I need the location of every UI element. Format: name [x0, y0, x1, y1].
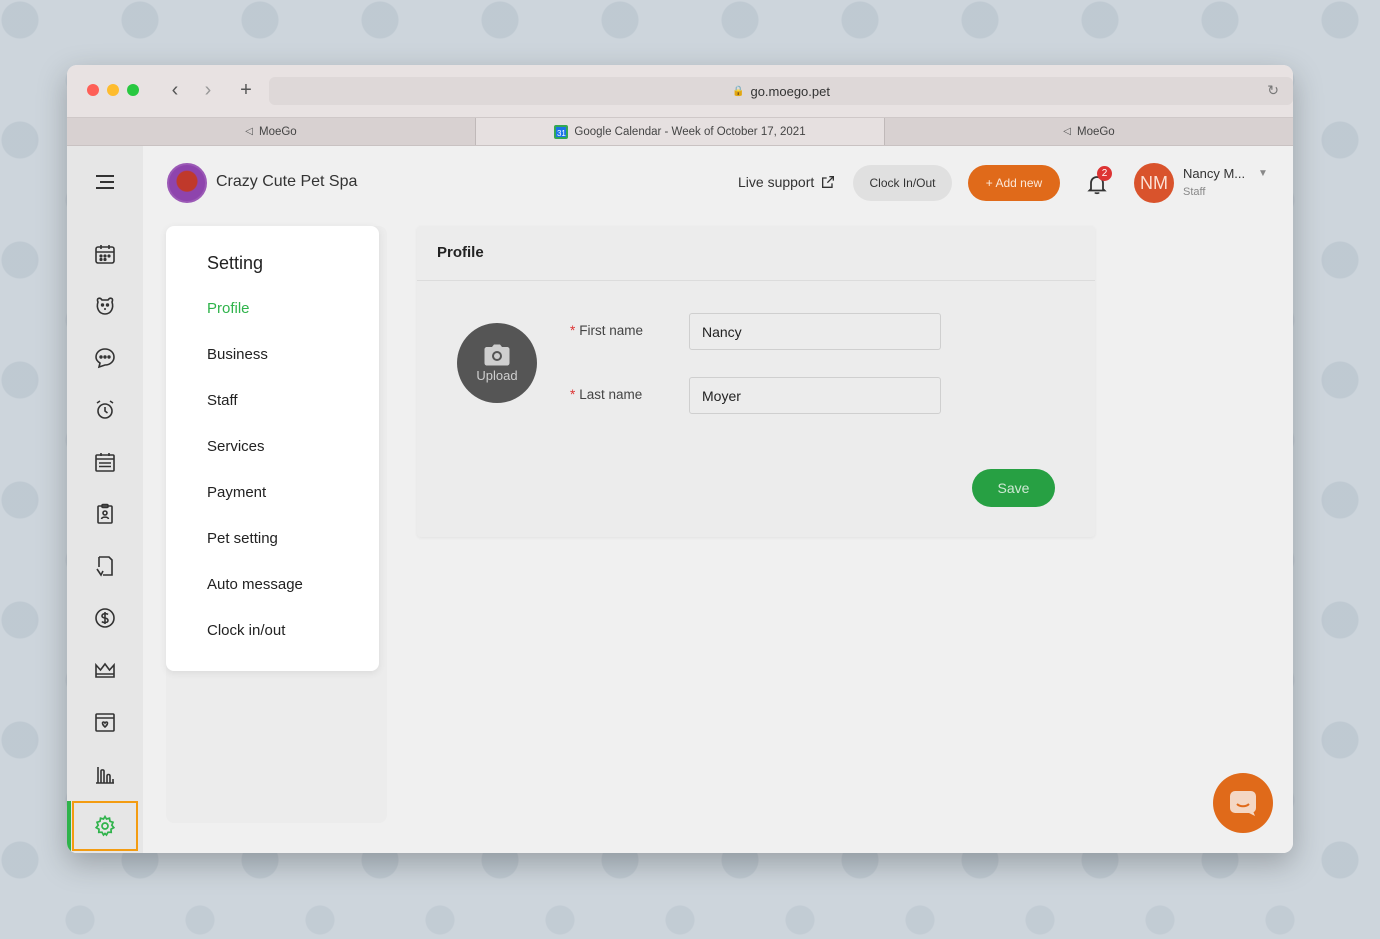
new-tab-icon[interactable]: + — [234, 78, 258, 102]
chevron-down-icon[interactable]: ▼ — [1258, 168, 1268, 179]
browser-window: ‹ › + 🔒 go.moego.pet ↻ ◁ MoeGo 31 Google… — [67, 65, 1293, 853]
profile-title: Profile — [437, 244, 484, 261]
tab-label: Google Calendar - Week of October 17, 20… — [574, 125, 806, 138]
left-nav-rail — [67, 146, 143, 853]
business-logo[interactable] — [167, 163, 207, 203]
browser-titlebar: ‹ › + 🔒 go.moego.pet ↻ — [67, 65, 1293, 117]
moego-icon: ◁ — [1063, 126, 1071, 137]
user-name[interactable]: Nancy M... — [1183, 166, 1245, 181]
settings-item-business[interactable]: Business — [207, 346, 268, 363]
browser-tab-moego-2[interactable]: ◁ MoeGo — [885, 118, 1293, 145]
app-area: Crazy Cute Pet Spa Live support Clock In… — [67, 146, 1293, 853]
chat-launcher-button[interactable] — [1213, 773, 1273, 833]
live-support-label: Live support — [738, 174, 815, 190]
settings-item-clock-in-out[interactable]: Clock in/out — [207, 622, 285, 639]
avatar[interactable]: NM — [1134, 163, 1174, 203]
chat-bubble-icon — [1230, 791, 1256, 816]
user-role: Staff — [1183, 186, 1206, 198]
chart-icon[interactable] — [67, 754, 143, 794]
back-icon[interactable]: ‹ — [163, 78, 187, 102]
required-mark: * — [570, 323, 576, 338]
pet-icon[interactable] — [67, 286, 143, 326]
schedule-icon[interactable] — [67, 442, 143, 482]
document-icon[interactable] — [67, 546, 143, 586]
url-text: go.moego.pet — [750, 83, 830, 99]
clock-in-out-button[interactable]: Clock In/Out — [853, 165, 952, 201]
first-name-field[interactable] — [689, 313, 941, 350]
menu-icon[interactable] — [67, 162, 143, 202]
last-name-field[interactable] — [689, 377, 941, 414]
dollar-icon[interactable] — [67, 598, 143, 638]
booking-icon[interactable] — [67, 702, 143, 742]
profile-card: Profile Upload *First name *Last name Sa… — [417, 226, 1095, 537]
tab-label: MoeGo — [1076, 125, 1115, 138]
last-name-label-text: Last name — [579, 387, 643, 402]
minimize-window-button[interactable] — [107, 84, 119, 96]
tab-bar: ◁ MoeGo 31 Google Calendar - Week of Oct… — [67, 117, 1293, 146]
crown-icon[interactable] — [67, 650, 143, 690]
close-window-button[interactable] — [87, 84, 99, 96]
browser-tab-moego[interactable]: ◁ MoeGo — [67, 118, 476, 145]
upload-label: Upload — [476, 367, 518, 383]
notification-badge: 2 — [1097, 166, 1112, 181]
app-header: Crazy Cute Pet Spa Live support Clock In… — [143, 146, 1293, 222]
settings-item-staff[interactable]: Staff — [207, 392, 238, 409]
profile-card-header: Profile — [417, 226, 1095, 281]
settings-title: Setting — [207, 253, 264, 273]
tab-label: MoeGo — [258, 125, 297, 138]
upload-avatar-button[interactable]: Upload — [457, 323, 537, 403]
calendar-icon[interactable] — [67, 234, 143, 274]
camera-icon — [484, 344, 510, 365]
forward-icon[interactable]: › — [196, 78, 220, 102]
active-indicator — [67, 801, 71, 853]
last-name-label: * Last name — [570, 387, 642, 402]
window-controls — [87, 84, 139, 96]
settings-item-pet-setting[interactable]: Pet setting — [207, 530, 278, 547]
required-mark: * — [570, 387, 576, 402]
live-support-link[interactable]: Live support — [738, 174, 836, 190]
settings-item-payment[interactable]: Payment — [207, 484, 266, 501]
external-link-icon — [822, 176, 835, 188]
browser-tab-google-calendar[interactable]: 31 Google Calendar - Week of October 17,… — [476, 118, 885, 145]
settings-item-profile[interactable]: Profile — [207, 300, 250, 317]
add-new-button[interactable]: + Add new — [968, 165, 1060, 201]
first-name-label: * First name — [570, 323, 643, 338]
chat-icon[interactable] — [67, 338, 143, 378]
address-bar[interactable]: 🔒 go.moego.pet ↻ — [269, 77, 1293, 105]
maximize-window-button[interactable] — [127, 84, 139, 96]
reload-icon[interactable]: ↻ — [1267, 82, 1279, 99]
lock-icon: 🔒 — [732, 85, 745, 97]
business-name[interactable]: Crazy Cute Pet Spa — [216, 173, 357, 191]
google-calendar-icon: 31 — [554, 124, 569, 139]
settings-item-auto-message[interactable]: Auto message — [207, 576, 303, 593]
settings-item-services[interactable]: Services — [207, 438, 265, 455]
gear-icon[interactable] — [72, 801, 138, 851]
settings-menu: Setting Profile Business Staff Services … — [166, 226, 379, 671]
save-button[interactable]: Save — [972, 469, 1055, 507]
alarm-icon[interactable] — [67, 390, 143, 430]
clipboard-icon[interactable] — [67, 494, 143, 534]
moego-icon: ◁ — [245, 126, 253, 137]
first-name-label-text: First name — [579, 323, 644, 338]
